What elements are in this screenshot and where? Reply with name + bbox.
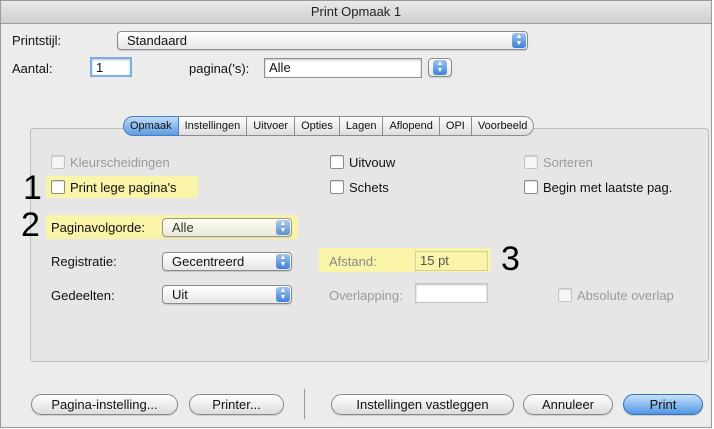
checkbox-icon bbox=[524, 180, 538, 194]
paginavolgorde-label: Paginavolgorde: bbox=[51, 220, 145, 235]
annotation-number-2: 2 bbox=[21, 206, 40, 244]
printstijl-label: Printstijl: bbox=[12, 33, 62, 48]
aantal-field[interactable]: 1 bbox=[90, 57, 132, 77]
printer-button[interactable]: Printer... bbox=[189, 394, 284, 415]
checkbox-icon bbox=[558, 288, 572, 302]
begin-met-laatste-checkbox[interactable]: Begin met laatste pag. bbox=[524, 180, 672, 195]
annotation-number-1: 1 bbox=[23, 169, 42, 207]
tab-voorbeeld[interactable]: Voorbeeld bbox=[471, 116, 535, 136]
tab-instellingen[interactable]: Instellingen bbox=[178, 116, 248, 136]
checkbox-icon bbox=[330, 155, 344, 169]
kleurscheidingen-checkbox[interactable]: Kleurscheidingen bbox=[51, 155, 170, 170]
gedeelten-popup[interactable]: Uit ▲ ▼ bbox=[162, 285, 292, 304]
print-lege-paginas-checkbox[interactable]: Print lege pagina's bbox=[51, 180, 177, 195]
afstand-label: Afstand: bbox=[329, 254, 377, 269]
afstand-field[interactable]: 15 pt bbox=[415, 251, 488, 271]
tab-opties[interactable]: Opties bbox=[295, 116, 340, 136]
registratie-value: Gecentreerd bbox=[172, 254, 245, 269]
overlapping-field[interactable] bbox=[415, 283, 488, 303]
annuleer-button[interactable]: Annuleer bbox=[523, 394, 613, 415]
checkbox-icon bbox=[330, 180, 344, 194]
tab-aflopend[interactable]: Aflopend bbox=[383, 116, 440, 136]
checkbox-icon bbox=[51, 180, 65, 194]
absolute-overlap-label: Absolute overlap bbox=[577, 288, 674, 303]
registratie-popup[interactable]: Gecentreerd ▲ ▼ bbox=[162, 252, 292, 271]
popup-arrows-icon: ▲ ▼ bbox=[276, 220, 290, 235]
paginas-label: pagina('s): bbox=[189, 61, 250, 76]
popup-arrows-icon: ▲ ▼ bbox=[512, 33, 526, 48]
checkbox-icon bbox=[524, 155, 538, 169]
annotation-number-3: 3 bbox=[501, 240, 520, 278]
overlapping-label: Overlapping: bbox=[329, 288, 403, 303]
tab-lagen[interactable]: Lagen bbox=[339, 116, 384, 136]
popup-arrows-icon: ▲ ▼ bbox=[433, 60, 447, 75]
printstijl-value: Standaard bbox=[127, 33, 187, 48]
sorteren-label: Sorteren bbox=[543, 155, 593, 170]
schets-label: Schets bbox=[349, 180, 389, 195]
sorteren-checkbox[interactable]: Sorteren bbox=[524, 155, 593, 170]
gedeelten-label: Gedeelten: bbox=[51, 288, 115, 303]
tab-bar: Opmaak Instellingen Uitvoer Opties Lagen… bbox=[123, 116, 535, 136]
paginavolgorde-value: Alle bbox=[172, 220, 194, 235]
absolute-overlap-checkbox[interactable]: Absolute overlap bbox=[558, 288, 674, 303]
popup-arrows-icon: ▲ ▼ bbox=[276, 254, 290, 269]
uitvouw-checkbox[interactable]: Uitvouw bbox=[330, 155, 395, 170]
begin-met-laatste-label: Begin met laatste pag. bbox=[543, 180, 673, 195]
uitvouw-label: Uitvouw bbox=[349, 155, 396, 170]
kleurscheidingen-label: Kleurscheidingen bbox=[70, 155, 170, 170]
paginas-field[interactable]: Alle bbox=[264, 58, 422, 78]
print-button[interactable]: Print bbox=[623, 394, 703, 415]
aantal-label: Aantal: bbox=[12, 61, 53, 76]
instellingen-vastleggen-button[interactable]: Instellingen vastleggen bbox=[331, 394, 514, 415]
paginas-popup-button[interactable]: ▲ ▼ bbox=[428, 58, 452, 77]
button-separator bbox=[304, 389, 305, 419]
popup-arrows-icon: ▲ ▼ bbox=[276, 287, 290, 302]
gedeelten-value: Uit bbox=[172, 287, 188, 302]
window-title: Print Opmaak 1 bbox=[1, 1, 711, 24]
print-lege-paginas-label: Print lege pagina's bbox=[70, 180, 177, 195]
checkbox-icon bbox=[51, 155, 65, 169]
schets-checkbox[interactable]: Schets bbox=[330, 180, 389, 195]
print-dialog: Print Opmaak 1 Printstijl: Standaard ▲ ▼ … bbox=[0, 0, 712, 428]
tab-uitvoer[interactable]: Uitvoer bbox=[247, 116, 296, 136]
printstijl-popup[interactable]: Standaard ▲ ▼ bbox=[117, 31, 528, 50]
pagina-instelling-button[interactable]: Pagina-instelling... bbox=[31, 394, 178, 415]
tab-opi[interactable]: OPI bbox=[439, 116, 472, 136]
paginavolgorde-popup[interactable]: Alle ▲ ▼ bbox=[162, 218, 292, 237]
tab-opmaak[interactable]: Opmaak bbox=[123, 116, 179, 136]
registratie-label: Registratie: bbox=[51, 254, 117, 269]
